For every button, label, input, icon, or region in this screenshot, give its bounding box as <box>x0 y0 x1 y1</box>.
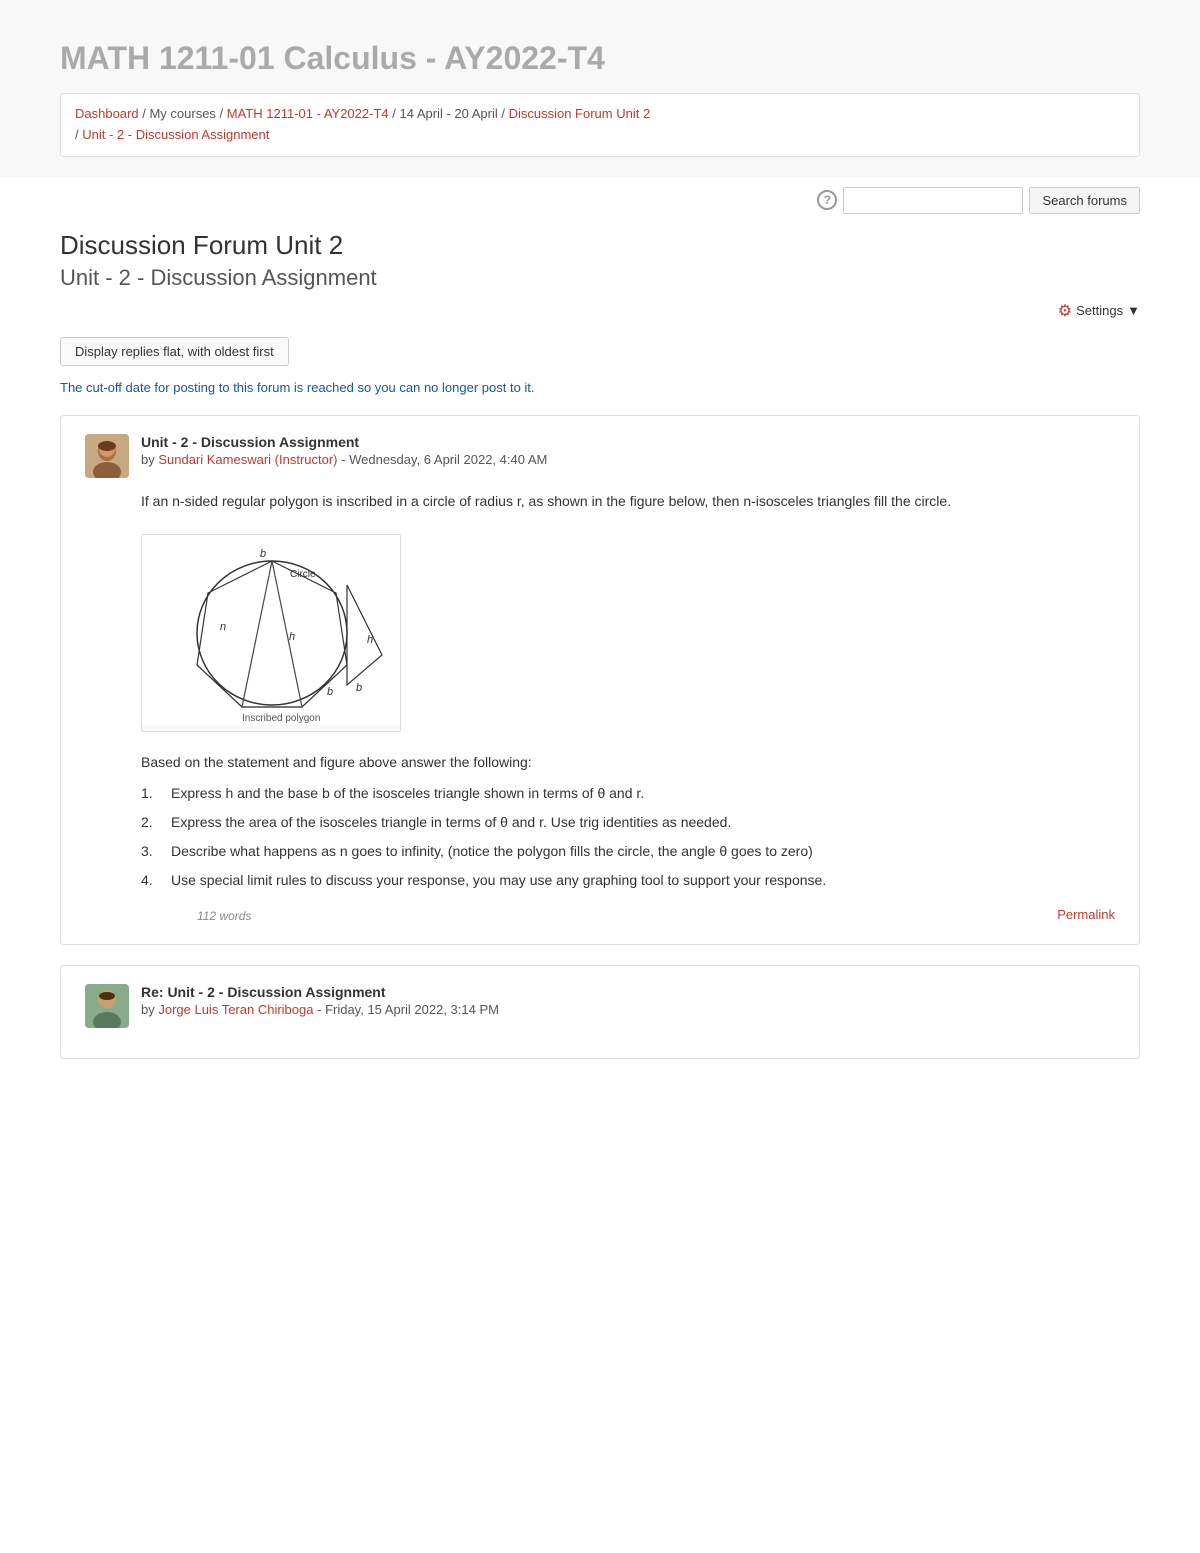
polygon-diagram-container: b h b h b n Circle <box>141 534 401 732</box>
gear-icon: ⚙ <box>1058 301 1072 321</box>
post-after-figure: Based on the statement and figure above … <box>141 751 1115 773</box>
post-card-1: Unit - 2 - Discussion Assignment by Sund… <box>60 415 1140 945</box>
assignment-title: Unit - 2 - Discussion Assignment <box>60 265 1140 291</box>
post-header-1: Unit - 2 - Discussion Assignment by Sund… <box>85 434 1115 478</box>
avatar-image-2 <box>85 984 129 1028</box>
post-author-link-2[interactable]: Jorge Luis Teran Chiriboga <box>158 1002 313 1017</box>
post-title-1: Unit - 2 - Discussion Assignment <box>141 434 1115 450</box>
list-text-1: Express h and the base b of the isoscele… <box>171 783 644 804</box>
svg-text:b: b <box>327 686 333 698</box>
help-icon[interactable]: ? <box>817 190 837 210</box>
list-text-3: Describe what happens as n goes to infin… <box>171 841 813 862</box>
search-input[interactable] <box>843 187 1023 214</box>
post-intro-text: If an n-sided regular polygon is inscrib… <box>141 490 1115 512</box>
svg-text:Inscribed polygon: Inscribed polygon <box>242 713 320 724</box>
post-header-2: Re: Unit - 2 - Discussion Assignment by … <box>85 984 1115 1028</box>
polygon-diagram-svg: b h b h b n Circle <box>142 535 401 725</box>
svg-text:h: h <box>367 634 373 646</box>
course-title: MATH 1211-01 Calculus - AY2022-T4 <box>60 40 1140 77</box>
avatar-1 <box>85 434 129 478</box>
list-text-2: Express the area of the isosceles triang… <box>171 812 731 833</box>
list-item-4: 4. Use special limit rules to discuss yo… <box>141 870 1115 891</box>
svg-text:Circle: Circle <box>290 569 316 580</box>
list-item-2: 2. Express the area of the isosceles tri… <box>141 812 1115 833</box>
post-meta-2: Re: Unit - 2 - Discussion Assignment by … <box>141 984 1115 1017</box>
post-title-2: Re: Unit - 2 - Discussion Assignment <box>141 984 1115 1000</box>
breadcrumb-course[interactable]: MATH 1211-01 - AY2022-T4 <box>227 106 389 121</box>
breadcrumb-assignment[interactable]: Unit - 2 - Discussion Assignment <box>82 127 269 142</box>
list-num-4: 4. <box>141 870 163 891</box>
avatar-image-1 <box>85 434 129 478</box>
post-author-link-1[interactable]: Sundari Kameswari (Instructor) <box>158 452 337 467</box>
page-wrapper: MATH 1211-01 Calculus - AY2022-T4 Dashbo… <box>0 0 1200 1553</box>
list-num-2: 2. <box>141 812 163 833</box>
settings-button[interactable]: ⚙ Settings ▼ <box>1058 301 1140 321</box>
list-item-1: 1. Express h and the base b of the isosc… <box>141 783 1115 804</box>
cutoff-notice: The cut-off date for posting to this for… <box>60 380 1140 395</box>
breadcrumb-forum[interactable]: Discussion Forum Unit 2 <box>509 106 651 121</box>
breadcrumb-sep1: / My courses / <box>142 106 227 121</box>
list-num-1: 1. <box>141 783 163 804</box>
chevron-down-icon: ▼ <box>1127 303 1140 318</box>
search-button[interactable]: Search forums <box>1029 187 1140 214</box>
settings-row: ⚙ Settings ▼ <box>60 301 1140 321</box>
breadcrumb-dashboard[interactable]: Dashboard <box>75 106 139 121</box>
search-bar-row: ? Search forums <box>0 177 1200 220</box>
post-card-2: Re: Unit - 2 - Discussion Assignment by … <box>60 965 1140 1059</box>
svg-text:h: h <box>289 631 295 643</box>
breadcrumb: Dashboard / My courses / MATH 1211-01 - … <box>60 93 1140 157</box>
svg-text:b: b <box>260 548 266 560</box>
display-dropdown[interactable]: Display replies flat, with oldest first <box>60 337 289 366</box>
breadcrumb-sep2: / 14 April - 20 April / <box>392 106 508 121</box>
settings-label: Settings <box>1076 303 1123 318</box>
word-count-1: 112 words <box>197 907 251 926</box>
display-control: Display replies flat, with oldest first <box>60 337 1140 366</box>
permalink-1[interactable]: Permalink <box>1057 905 1115 926</box>
post-list: 1. Express h and the base b of the isosc… <box>141 783 1115 891</box>
list-item-3: 3. Describe what happens as n goes to in… <box>141 841 1115 862</box>
list-num-3: 3. <box>141 841 163 862</box>
avatar-2 <box>85 984 129 1028</box>
post-byline-1: by Sundari Kameswari (Instructor) - Wedn… <box>141 452 1115 467</box>
header-band: MATH 1211-01 Calculus - AY2022-T4 Dashbo… <box>0 0 1200 177</box>
by-label-1: by <box>141 452 158 467</box>
main-content: Discussion Forum Unit 2 Unit - 2 - Discu… <box>0 220 1200 1119</box>
list-text-4: Use special limit rules to discuss your … <box>171 870 826 891</box>
svg-text:n: n <box>220 621 226 633</box>
post-byline-2: by Jorge Luis Teran Chiriboga - Friday, … <box>141 1002 1115 1017</box>
by-label-2: by <box>141 1002 158 1017</box>
svg-text:b: b <box>356 682 362 694</box>
post-footer-1: 112 words Permalink <box>197 905 1115 926</box>
post-body-1: If an n-sided regular polygon is inscrib… <box>141 490 1115 926</box>
post-meta-1: Unit - 2 - Discussion Assignment by Sund… <box>141 434 1115 467</box>
forum-title: Discussion Forum Unit 2 <box>60 230 1140 261</box>
post-date-1: - Wednesday, 6 April 2022, 4:40 AM <box>341 452 547 467</box>
post-date-2: - Friday, 15 April 2022, 3:14 PM <box>317 1002 499 1017</box>
